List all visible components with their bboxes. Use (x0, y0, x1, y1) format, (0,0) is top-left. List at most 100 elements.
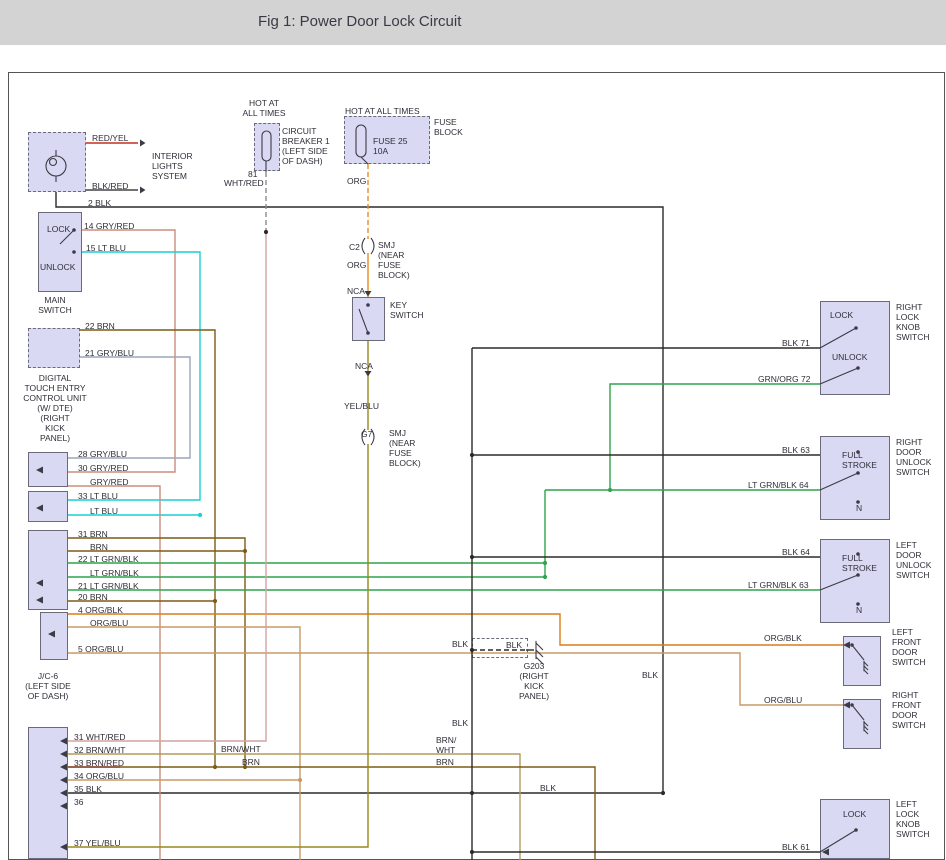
blk-label-663: BLK (642, 670, 658, 680)
pin-33-lt-blu: 33 LT BLU (78, 491, 118, 501)
org-label-2: ORG (347, 260, 366, 270)
blk-label-g203-right: BLK (506, 640, 522, 650)
wire-layer (0, 0, 946, 860)
ground-icon (536, 643, 543, 650)
nca-label-2: NCA (355, 361, 373, 371)
wire-brn-33 (68, 767, 595, 860)
junction-dot (470, 791, 474, 795)
pin-21-gry-blu: 21 GRY/BLU (85, 348, 134, 358)
blk-61-label: BLK 61 (782, 842, 810, 852)
wire-org-blu-jc6 (68, 627, 300, 860)
pin-32-brn-wht: 32 BRN/WHT (74, 745, 125, 755)
brn-label-1: BRN (242, 757, 260, 767)
pin-36: 36 (74, 797, 83, 807)
ldus-label: LEFT DOOR UNLOCK SWITCH (896, 540, 931, 580)
junction-dot (264, 230, 268, 234)
junction-dot (543, 575, 547, 579)
fuse-block-label: FUSE BLOCK (434, 117, 463, 137)
blk-label-bus: BLK (540, 783, 556, 793)
n-label-1: N (856, 503, 862, 513)
wire-grn-org-72 (610, 384, 820, 490)
wire-blk-main (56, 192, 663, 793)
grn-org-72-label: GRN/ORG 72 (758, 374, 810, 384)
rdus-label: RIGHT DOOR UNLOCK SWITCH (896, 437, 931, 477)
pin-21-lt-grn: 21 LT GRN/BLK (78, 581, 139, 591)
circuit-breaker-label: CIRCUIT BREAKER 1 (LEFT SIDE OF DASH) (282, 126, 330, 166)
circuit-breaker-box (254, 123, 280, 171)
blk-label-472: BLK (452, 718, 468, 728)
nca-label-1: NCA (347, 286, 365, 296)
arrow-icon (140, 187, 146, 194)
lt-blu-label: LT BLU (90, 506, 118, 516)
lt-grn-label: LT GRN/BLK (90, 568, 139, 578)
pin-34-org-blu: 34 ORG/BLU (74, 771, 124, 781)
pin-20-brn: 20 BRN (78, 592, 108, 602)
ground-icon (536, 650, 543, 657)
smj-label-1: SMJ (NEAR FUSE BLOCK) (378, 240, 410, 280)
right-door-unlock-switch-box (820, 436, 890, 520)
dte-label: DIGITAL TOUCH ENTRY CONTROL UNIT (W/ DTE… (18, 373, 92, 443)
pin-33-brn-red: 33 BRN/RED (74, 758, 124, 768)
brn-wht-label-1: BRN/WHT (221, 744, 261, 754)
smj-label-2: SMJ (NEAR FUSE BLOCK) (389, 428, 421, 468)
wiring-diagram: RED/YELINTERIOR LIGHTS SYSTEMBLK/RED2 BL… (0, 0, 946, 860)
pin-22-brn: 22 BRN (85, 321, 115, 331)
junction-dot (213, 765, 217, 769)
arrow-icon (365, 291, 372, 297)
bottom-connector-box (28, 727, 68, 859)
junction-dot (470, 555, 474, 559)
main-switch-label: MAIN SWITCH (28, 295, 82, 315)
left-door-unlock-switch-box (820, 539, 890, 623)
left-lock-knob-switch-box (820, 799, 890, 859)
brn-label-2: BRN (436, 757, 454, 767)
org-label-1: ORG (347, 176, 366, 186)
rfds-label: RIGHT FRONT DOOR SWITCH (892, 690, 926, 730)
pin-30-gry-red: 30 GRY/RED (78, 463, 128, 473)
pin-5-org-blu: 5 ORG/BLU (78, 644, 123, 654)
org-blk-label: ORG/BLK (764, 633, 802, 643)
wire-brn-wht-32 (68, 754, 520, 860)
jc6-box-c (28, 530, 68, 610)
c2-label: C2 (349, 242, 360, 252)
wire-org-blu-5 (68, 653, 843, 705)
junction-dot (198, 513, 202, 517)
hot-at-all-times-2: HOT AT ALL TIMES (345, 106, 420, 116)
junction-dot (661, 791, 665, 795)
smj-connector-icon (362, 238, 365, 254)
main-switch-unlock: UNLOCK (40, 262, 75, 272)
brn-label: BRN (90, 542, 108, 552)
g203-label: G203 (RIGHT KICK PANEL) (508, 661, 560, 701)
key-switch-box (352, 297, 385, 341)
lt-grn-63-label: LT GRN/BLK 63 (748, 580, 809, 590)
wht-red-label: WHT/RED (224, 178, 264, 188)
interior-lights-box (28, 132, 86, 192)
org-blu-label: ORG/BLU (90, 618, 128, 628)
blk-71-label: BLK 71 (782, 338, 810, 348)
smj-connector-icon (371, 238, 374, 254)
pin-35-blk: 35 BLK (74, 784, 102, 794)
jc6-box-b (28, 491, 68, 522)
interior-lights-label: INTERIOR LIGHTS SYSTEM (152, 151, 193, 181)
llks-label: LEFT LOCK KNOB SWITCH (896, 799, 930, 839)
red-yel-label: RED/YEL (92, 133, 128, 143)
pin-15-lt-blu: 15 LT BLU (86, 243, 126, 253)
main-switch-lock: LOCK (47, 224, 70, 234)
junction-dot (608, 488, 612, 492)
pin-31-brn: 31 BRN (78, 529, 108, 539)
g7-label: G7 (361, 429, 372, 439)
junction-dot (243, 549, 247, 553)
junction-dot (543, 561, 547, 565)
pin-4-org-blk: 4 ORG/BLK (78, 605, 123, 615)
lfds-label: LEFT FRONT DOOR SWITCH (892, 627, 926, 667)
right-front-door-switch-box (843, 699, 881, 749)
junction-dot (470, 453, 474, 457)
arrow-icon (140, 140, 146, 147)
blk-label-g203-left: BLK (452, 639, 468, 649)
junction-dot (298, 778, 302, 782)
junction-dot (470, 850, 474, 854)
pin-31-wht-red: 31 WHT/RED (74, 732, 125, 742)
n-label-2: N (856, 605, 862, 615)
rlks-lock: LOCK (830, 310, 853, 320)
jc6-label: J/C-6 (LEFT SIDE OF DASH) (20, 671, 76, 701)
pin-28-gry-blu: 28 GRY/BLU (78, 449, 127, 459)
